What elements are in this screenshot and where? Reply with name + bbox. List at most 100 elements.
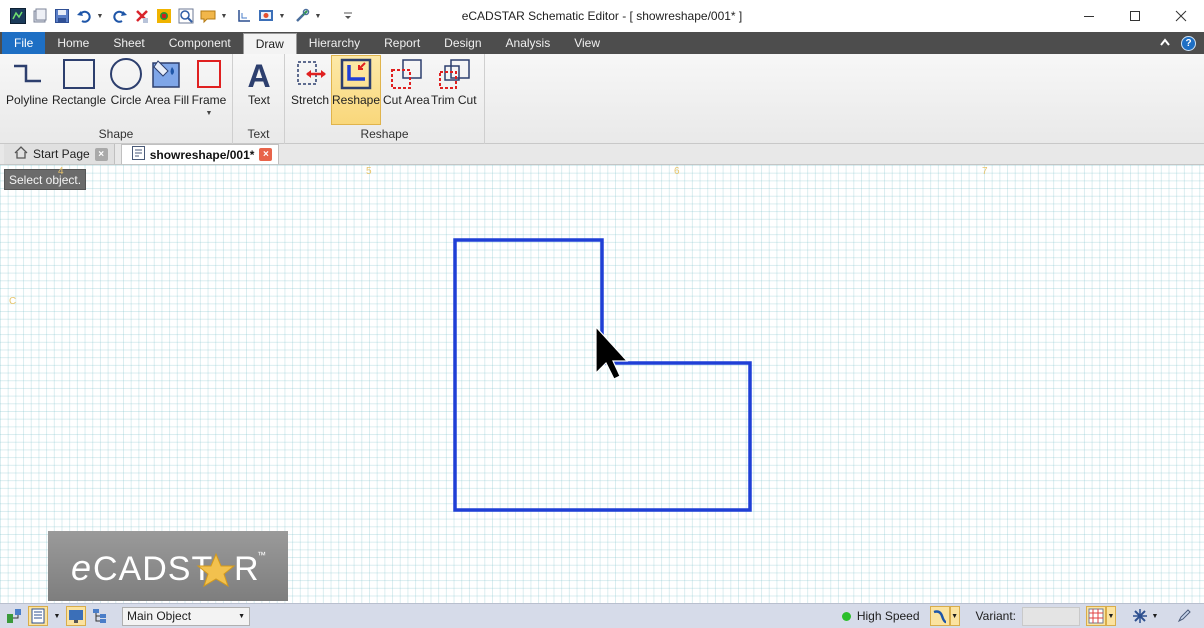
tab-sheet[interactable]: Sheet	[101, 32, 156, 54]
frame-button[interactable]: Frame ▼	[191, 56, 227, 126]
tools-dropdown-icon[interactable]: ▼	[314, 6, 322, 26]
tab-report[interactable]: Report	[372, 32, 432, 54]
trim-cut-button[interactable]: Trim Cut	[431, 56, 477, 126]
hierarchy-icon[interactable]	[90, 606, 110, 626]
wire-mode-icon[interactable]	[929, 606, 950, 626]
svg-text:R: R	[234, 550, 259, 588]
text-button[interactable]: A Text	[241, 56, 277, 126]
frame-dropdown-icon[interactable]: ▼	[206, 110, 213, 117]
variant-label: Variant:	[975, 609, 1016, 623]
delete-icon[interactable]	[132, 6, 152, 26]
close-icon[interactable]	[1158, 0, 1204, 32]
doc-tab-showreshape[interactable]: showreshape/001* ×	[120, 144, 280, 164]
axis-icon[interactable]	[234, 6, 254, 26]
redo-icon[interactable]	[110, 6, 130, 26]
stretch-button[interactable]: Stretch	[291, 56, 329, 126]
variant-field[interactable]	[1022, 606, 1080, 626]
area-fill-icon	[149, 56, 185, 92]
group-shape: Polyline Rectangle Circle Area Fill Fram…	[0, 54, 233, 144]
doc-tab-label: showreshape/001*	[149, 147, 255, 162]
object-type-select[interactable]: Main Object ▼	[122, 606, 250, 626]
tab-design[interactable]: Design	[432, 32, 493, 54]
group-label-shape: Shape	[98, 127, 134, 141]
cut-area-icon	[388, 56, 424, 92]
wire-mode-dropdown-icon[interactable]: ▼	[949, 606, 960, 626]
frame-icon	[191, 56, 227, 92]
svg-text:e: e	[71, 547, 91, 588]
ecadstar-logo: e CADST R ™	[48, 531, 288, 601]
schematic-canvas[interactable]: Select object. 4 5 6 7 C e CADST R ™	[0, 165, 1204, 603]
reshape-button[interactable]: Reshape	[331, 55, 381, 125]
doc-tab-start-page[interactable]: Start Page ×	[4, 144, 115, 164]
edit-pen-icon[interactable]	[1174, 606, 1194, 626]
tools-icon[interactable]	[292, 6, 312, 26]
collapse-ribbon-icon[interactable]	[1159, 36, 1171, 50]
group-text: A Text Text	[233, 54, 285, 144]
reshape-icon	[338, 56, 374, 92]
cut-area-button[interactable]: Cut Area	[383, 56, 430, 126]
chevron-down-icon: ▼	[238, 612, 245, 620]
comment-dropdown-icon[interactable]: ▼	[220, 6, 228, 26]
undo-dropdown-icon[interactable]: ▼	[96, 6, 104, 26]
window-controls	[1066, 0, 1204, 32]
polyline-icon	[9, 56, 45, 92]
schematic-sheet-icon	[131, 146, 145, 163]
svg-text:™: ™	[257, 550, 266, 560]
grid-icon[interactable]	[1086, 606, 1106, 626]
design-tree-icon[interactable]	[4, 606, 24, 626]
help-icon[interactable]: ?	[1181, 35, 1196, 51]
area-fill-button[interactable]: Area Fill	[145, 56, 189, 126]
mouse-cursor-icon	[595, 325, 629, 380]
tab-analysis[interactable]: Analysis	[494, 32, 563, 54]
sheet-list-icon[interactable]	[28, 606, 48, 626]
group-label-reshape: Reshape	[360, 127, 409, 141]
polyline-button[interactable]: Polyline	[6, 56, 48, 126]
snap-icon[interactable]	[1130, 606, 1150, 626]
sheet-list-dropdown-icon[interactable]: ▼	[52, 606, 62, 626]
close-tab-icon[interactable]: ×	[94, 147, 108, 161]
tab-home[interactable]: Home	[45, 32, 101, 54]
zoom-icon[interactable]	[176, 6, 196, 26]
tab-component[interactable]: Component	[157, 32, 243, 54]
status-indicator-icon	[841, 611, 851, 621]
close-tab-icon[interactable]: ×	[259, 148, 273, 161]
grid-dropdown-icon[interactable]: ▼	[1106, 606, 1116, 626]
document-tab-bar: Start Page × showreshape/001* ×	[0, 144, 1204, 165]
rectangle-icon	[61, 56, 97, 92]
maximize-icon[interactable]	[1112, 0, 1158, 32]
group-reshape: Stretch Reshape Cut Area Trim Cut Reshap…	[285, 54, 485, 144]
ribbon-tab-bar: File Home Sheet Component Draw Hierarchy…	[0, 32, 1204, 54]
svg-text:A: A	[247, 58, 270, 91]
tab-draw[interactable]: Draw	[242, 33, 297, 54]
rectangle-button[interactable]: Rectangle	[52, 56, 106, 126]
save-icon[interactable]	[52, 6, 72, 26]
tab-view[interactable]: View	[562, 32, 612, 54]
tab-hierarchy[interactable]: Hierarchy	[297, 32, 372, 54]
group-label-text: Text	[247, 127, 270, 141]
circle-icon	[108, 56, 144, 92]
display-dropdown-icon[interactable]: ▼	[278, 6, 286, 26]
circle-button[interactable]: Circle	[108, 56, 144, 126]
reshaped-polygon[interactable]	[453, 238, 752, 512]
comment-icon[interactable]	[198, 6, 218, 26]
undo-icon[interactable]	[74, 6, 94, 26]
trim-cut-icon	[436, 56, 472, 92]
stretch-icon	[292, 56, 328, 92]
title-bar: ▼ ▼ ▼ ▼ eCADSTAR Schematic Editor - [sh…	[0, 0, 1204, 32]
text-icon: A	[241, 56, 277, 92]
speed-label: High Speed	[856, 609, 920, 623]
minimize-icon[interactable]	[1066, 0, 1112, 32]
app-logo-icon[interactable]	[8, 6, 28, 26]
monitor-icon[interactable]	[66, 606, 86, 626]
snap-dropdown-icon[interactable]: ▼	[1150, 606, 1160, 626]
doc-tab-label: Start Page	[33, 147, 90, 161]
status-bar: ▼ Main Object ▼ High Speed ▼ Variant: ▼ …	[0, 603, 1204, 628]
object-type-value: Main Object	[127, 609, 192, 623]
open-folder-icon[interactable]	[30, 6, 50, 26]
home-icon	[14, 146, 28, 162]
ribbon-panel: Polyline Rectangle Circle Area Fill Fram…	[0, 54, 1204, 144]
customize-icon[interactable]	[338, 6, 358, 26]
tab-file[interactable]: File	[2, 32, 46, 54]
component-icon[interactable]	[154, 6, 174, 26]
display-icon[interactable]	[256, 6, 276, 26]
